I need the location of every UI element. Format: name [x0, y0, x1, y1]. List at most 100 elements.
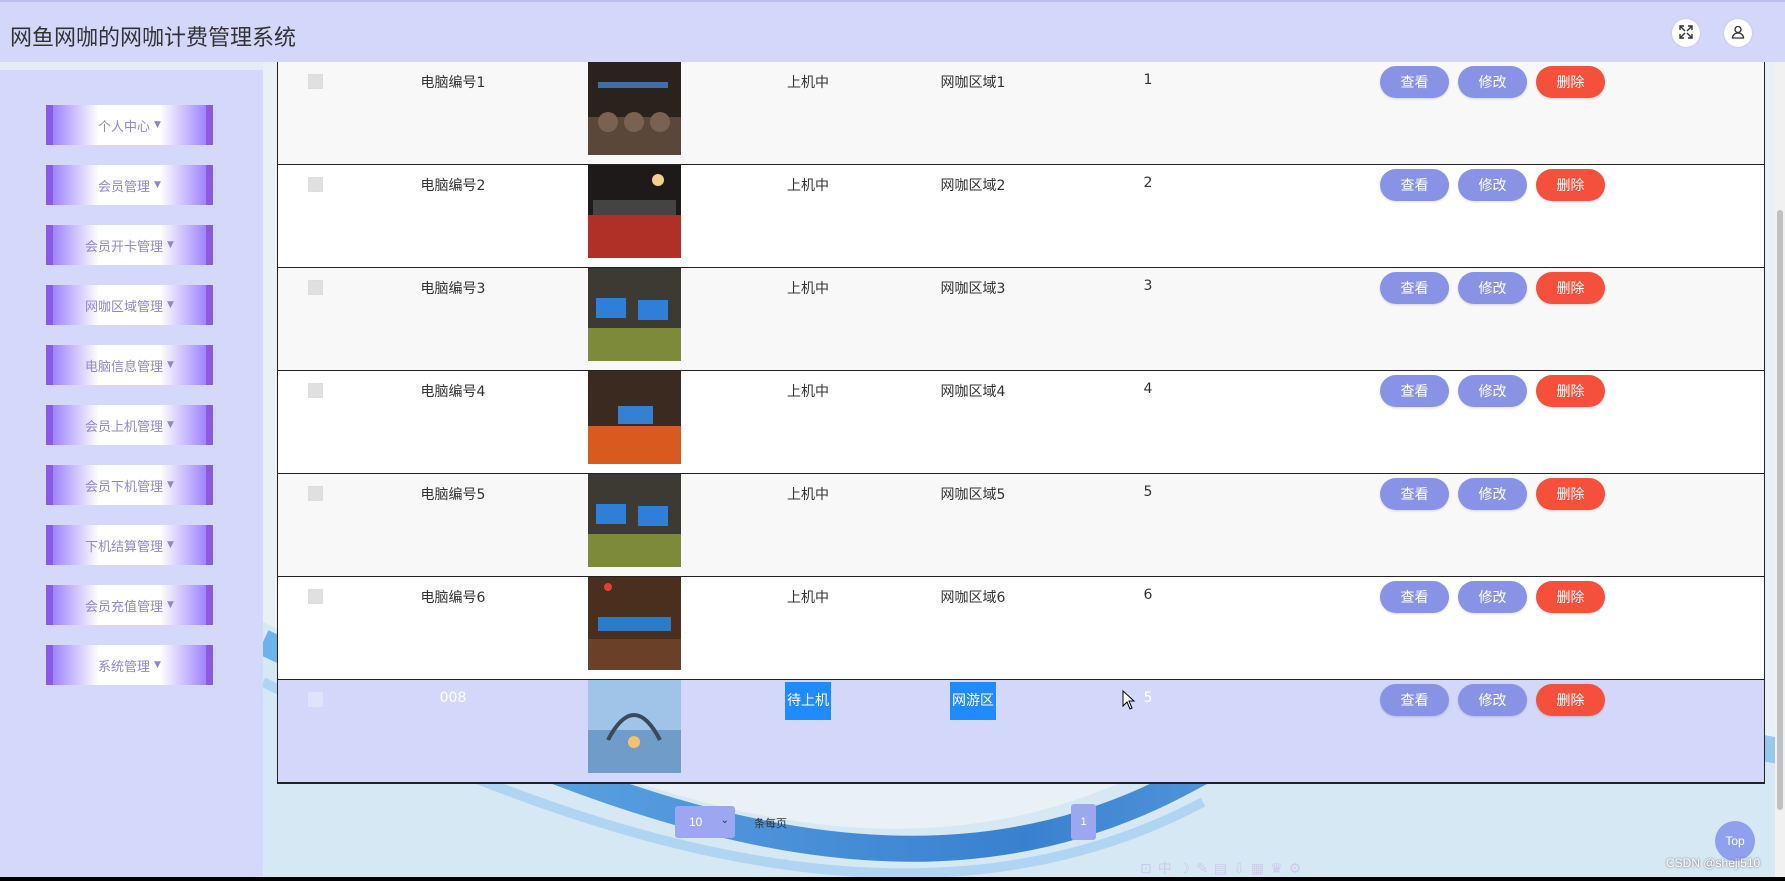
computer-image	[588, 62, 681, 155]
page-size-select[interactable]: 10 ⌄	[675, 806, 735, 838]
caret-down-icon: ▼	[167, 300, 174, 310]
user-icon	[1731, 25, 1745, 42]
area-number: 1	[1143, 72, 1153, 88]
edit-button[interactable]: 修改	[1458, 169, 1527, 201]
sidebar-item-label: 下机结算管理	[85, 539, 164, 555]
view-button[interactable]: 查看	[1380, 375, 1449, 407]
table-row: 电脑编号2 上机中 网咖区域2 2 查看 修改 删除	[278, 165, 1764, 268]
user-button[interactable]	[1724, 19, 1752, 47]
sidebar-item-member-management[interactable]: 会员管理 ▼	[46, 165, 213, 205]
expand-icon	[1679, 24, 1693, 42]
computer-name: 电脑编号6	[420, 590, 486, 606]
table-row: 电脑编号4 上机中 网咖区域4 4 查看 修改 删除	[278, 371, 1764, 474]
status-text: 上机中	[787, 384, 829, 400]
edit-button[interactable]: 修改	[1458, 375, 1527, 407]
sidebar-item-label: 会员上机管理	[85, 419, 164, 435]
sidebar-item-label: 会员下机管理	[85, 479, 164, 495]
sidebar-item-area-management[interactable]: 网咖区域管理 ▼	[46, 285, 213, 325]
computer-name: 电脑编号3	[420, 281, 486, 297]
app-header: 网鱼网咖的网咖计费管理系统	[0, 0, 1785, 62]
area-text: 网咖区域4	[940, 384, 1006, 400]
view-button[interactable]: 查看	[1380, 169, 1449, 201]
status-text: 上机中	[787, 281, 829, 297]
edit-button[interactable]: 修改	[1458, 581, 1527, 613]
area-number: 3	[1143, 278, 1153, 294]
sidebar-item-label: 电脑信息管理	[85, 359, 164, 375]
area-text: 网咖区域6	[940, 590, 1006, 606]
mouse-cursor-icon	[1122, 690, 1136, 710]
computer-name: 电脑编号2	[420, 178, 486, 194]
computer-image	[588, 371, 681, 464]
caret-down-icon: ▼	[167, 360, 174, 370]
area-text: 网游区	[938, 682, 1008, 720]
area-number: 2	[1143, 175, 1153, 191]
delete-button[interactable]: 删除	[1536, 272, 1605, 304]
caret-down-icon: ▼	[154, 120, 161, 130]
sidebar-item-system-management[interactable]: 系统管理 ▼	[46, 645, 213, 685]
delete-button[interactable]: 删除	[1536, 581, 1605, 613]
delete-button[interactable]: 删除	[1536, 684, 1605, 716]
page-number-button[interactable]: 1	[1071, 804, 1096, 840]
area-tag: 网游区	[950, 682, 996, 720]
computer-name: 电脑编号4	[420, 384, 486, 400]
view-button[interactable]: 查看	[1380, 684, 1449, 716]
delete-button[interactable]: 删除	[1536, 169, 1605, 201]
caret-down-icon: ▼	[154, 660, 161, 670]
area-number: 4	[1143, 381, 1153, 397]
sidebar-item-computer-management[interactable]: 电脑信息管理 ▼	[46, 345, 213, 385]
sidebar-item-label: 会员充值管理	[85, 599, 164, 615]
row-checkbox[interactable]	[308, 74, 323, 89]
computer-image	[588, 474, 681, 567]
computer-image	[588, 680, 681, 773]
scrollbar-thumb[interactable]	[1777, 210, 1783, 810]
view-button[interactable]: 查看	[1380, 581, 1449, 613]
edit-button[interactable]: 修改	[1458, 478, 1527, 510]
delete-button[interactable]: 删除	[1536, 478, 1605, 510]
row-checkbox[interactable]	[308, 383, 323, 398]
caret-down-icon: ▼	[154, 180, 161, 190]
sidebar-item-settlement-management[interactable]: 下机结算管理 ▼	[46, 525, 213, 565]
caret-down-icon: ▼	[167, 600, 174, 610]
watermark: CSDN @sheji510	[1666, 856, 1761, 870]
row-checkbox[interactable]	[308, 692, 323, 707]
status-text: 上机中	[787, 75, 829, 91]
sidebar-item-label: 系统管理	[98, 659, 151, 675]
caret-down-icon: ▼	[167, 480, 174, 490]
app-title: 网鱼网咖的网咖计费管理系统	[10, 26, 297, 51]
edit-button[interactable]: 修改	[1458, 66, 1527, 98]
back-to-top-button[interactable]: Top	[1715, 821, 1755, 861]
ime-toolbar: ⊡中☽✎▤⇩▦♛⚙	[1140, 860, 1308, 876]
edit-button[interactable]: 修改	[1458, 684, 1527, 716]
table-row: 电脑编号6 上机中 网咖区域6 6 查看 修改 删除	[278, 577, 1764, 680]
table-row: 电脑编号5 上机中 网咖区域5 5 查看 修改 删除	[278, 474, 1764, 577]
computer-image	[588, 165, 681, 258]
row-checkbox[interactable]	[308, 589, 323, 604]
area-text: 网咖区域3	[940, 281, 1006, 297]
view-button[interactable]: 查看	[1380, 66, 1449, 98]
sidebar-divider	[0, 62, 263, 70]
edit-button[interactable]: 修改	[1458, 272, 1527, 304]
caret-down-icon: ▼	[167, 420, 174, 430]
caret-down-icon: ▼	[167, 240, 174, 250]
row-checkbox[interactable]	[308, 486, 323, 501]
view-button[interactable]: 查看	[1380, 272, 1449, 304]
delete-button[interactable]: 删除	[1536, 66, 1605, 98]
status-text: 上机中	[787, 590, 829, 606]
view-button[interactable]: 查看	[1380, 478, 1449, 510]
status-text: 上机中	[787, 178, 829, 194]
area-text: 网咖区域1	[940, 75, 1006, 91]
sidebar-item-label: 网咖区域管理	[85, 299, 164, 315]
sidebar-item-login-management[interactable]: 会员上机管理 ▼	[46, 405, 213, 445]
computer-name: 电脑编号5	[420, 487, 486, 503]
sidebar-item-personal-center[interactable]: 个人中心 ▼	[46, 105, 213, 145]
sidebar-item-card-management[interactable]: 会员开卡管理 ▼	[46, 225, 213, 265]
sidebar-item-logout-management[interactable]: 会员下机管理 ▼	[46, 465, 213, 505]
row-checkbox[interactable]	[308, 177, 323, 192]
fullscreen-button[interactable]	[1672, 19, 1700, 47]
sidebar-item-label: 会员管理	[98, 179, 151, 195]
row-checkbox[interactable]	[308, 280, 323, 295]
sidebar-item-recharge-management[interactable]: 会员充值管理 ▼	[46, 585, 213, 625]
computer-name: 电脑编号1	[420, 75, 486, 91]
delete-button[interactable]: 删除	[1536, 375, 1605, 407]
status-text: 待上机	[778, 682, 838, 720]
